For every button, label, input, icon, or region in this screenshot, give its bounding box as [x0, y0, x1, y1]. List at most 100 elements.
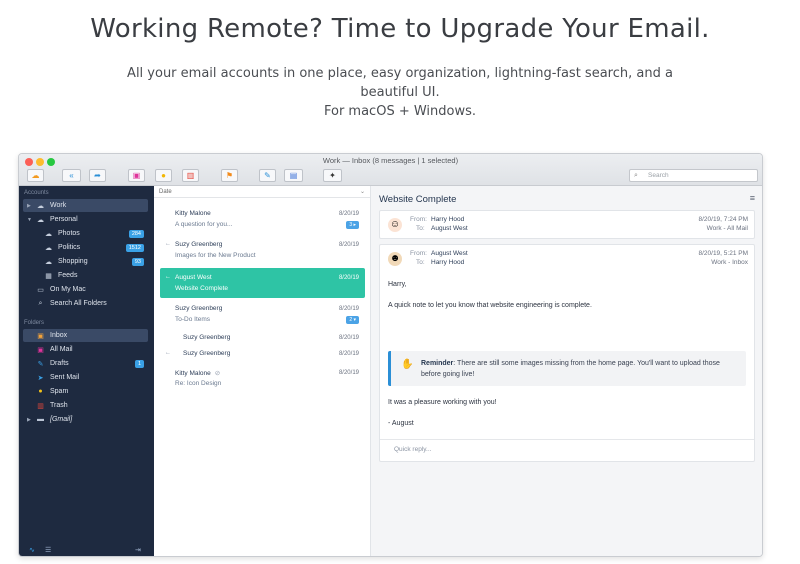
sidebar-item-sent-mail[interactable]: ➤ Sent Mail: [23, 371, 148, 384]
sidebar-item-label: Drafts: [50, 360, 69, 367]
sidebar-item-label: Shopping: [58, 258, 88, 265]
trash-icon: ▥: [37, 402, 44, 410]
from-label: From:: [410, 216, 427, 223]
send-icon: ➤: [37, 374, 44, 382]
activity-icon[interactable]: ∿: [29, 546, 35, 554]
sidebar-item-on-my-mac[interactable]: ▭ On My Mac: [23, 283, 148, 296]
message-row[interactable]: Kitty Malone ⊘ Re: Icon Design 8/20/19: [160, 369, 365, 393]
accounts-heading: Accounts: [24, 190, 49, 196]
all-mail-icon: ▣: [37, 346, 44, 354]
sweep-icon[interactable]: ✦: [323, 169, 342, 182]
spam-icon: ●: [38, 388, 43, 395]
sidebar-item-gmail[interactable]: ▶ ▬ [Gmail]: [23, 413, 148, 426]
search-input[interactable]: ⌕ Search: [629, 169, 758, 182]
reply-all-icon[interactable]: «: [62, 169, 81, 182]
sender-name: August West: [431, 250, 468, 257]
quick-reply-input[interactable]: Quick reply...: [380, 439, 754, 463]
snooze-icon[interactable]: ●: [155, 169, 172, 182]
thread-count-badge[interactable]: 3 ▸: [346, 221, 359, 229]
expand-arrow-icon[interactable]: ▶: [27, 203, 35, 209]
thread-child-row[interactable]: ← Suzy Greenberg 8/20/19: [160, 350, 365, 362]
hero-subtitle: All your email accounts in one place, ea…: [120, 64, 680, 121]
sidebar-item-label: Photos: [58, 230, 80, 237]
thread-child-row[interactable]: Suzy Greenberg 8/20/19: [160, 334, 365, 346]
reminder-callout: ✋ Reminder: There are still some images …: [388, 351, 746, 386]
sidebar-item-label: Politics: [58, 244, 81, 251]
sidebar-item-feeds[interactable]: ▦ Feeds: [23, 269, 148, 282]
forward-icon[interactable]: ➦: [89, 169, 106, 182]
sidebar-item-label: Trash: [50, 402, 68, 409]
sidebar-item-shopping[interactable]: ☁ Shopping 93: [23, 255, 148, 268]
cloud-icon: ☁: [37, 216, 44, 224]
message-sender-name: Kitty Malone: [175, 370, 211, 377]
message-title: Website Complete: [379, 194, 457, 205]
message-date: 8/20/19: [338, 275, 359, 281]
message-row[interactable]: ← Suzy Greenberg Images for the New Prod…: [160, 241, 365, 265]
message-sender: Suzy Greenberg: [175, 241, 223, 248]
replied-icon: ←: [165, 274, 171, 280]
hamburger-menu-icon[interactable]: ≡: [750, 193, 755, 203]
app-window: Work — Inbox (8 messages | 1 selected) ☁…: [18, 153, 763, 557]
sender-name: Harry Hood: [431, 216, 465, 223]
sidebar-item-label: On My Mac: [50, 286, 86, 293]
sidebar-item-label: Sent Mail: [50, 374, 80, 381]
archive-icon[interactable]: ▣: [128, 169, 145, 182]
settings-sliders-icon[interactable]: ☰: [45, 546, 51, 554]
message-datetime: 8/20/19, 7:24 PM: [698, 216, 748, 223]
sort-header[interactable]: Date ⌄: [154, 186, 370, 198]
sidebar-item-personal[interactable]: ▼ ☁ Personal: [23, 213, 148, 226]
cloud-icon[interactable]: ☁: [27, 169, 44, 182]
to-label: To:: [416, 225, 425, 232]
sidebar-footer: ∿ ☰ ⇥: [19, 542, 154, 556]
search-placeholder: Search: [648, 172, 669, 179]
flag-icon[interactable]: ⚑: [221, 169, 238, 182]
sidebar-item-inbox[interactable]: ▣ Inbox: [23, 329, 148, 342]
attachment-icon: ⊘: [214, 370, 221, 377]
message-subject: Re: Icon Design: [175, 380, 222, 387]
sidebar-item-photos[interactable]: ☁ Photos 284: [23, 227, 148, 240]
message-sender: Suzy Greenberg: [175, 305, 223, 312]
trash-icon[interactable]: ▥: [182, 169, 199, 182]
compose-icon[interactable]: ✎: [259, 169, 276, 182]
folder-icon: ▬: [37, 416, 44, 423]
unread-badge: 93: [131, 257, 144, 266]
sidebar-item-all-mail[interactable]: ▣ All Mail: [23, 343, 148, 356]
inbox-icon: ▣: [37, 332, 44, 340]
sidebar-item-label: Inbox: [50, 332, 68, 339]
sign-out-icon[interactable]: ⇥: [135, 546, 141, 554]
search-icon: ⌕: [38, 299, 43, 307]
contacts-icon[interactable]: ▤: [284, 169, 303, 182]
sidebar-item-spam[interactable]: ● Spam: [23, 385, 148, 398]
message-sender: Kitty Malone ⊘: [175, 369, 220, 377]
collapsed-message-card[interactable]: ☺ From: Harry Hood To: August West 8/20/…: [379, 210, 755, 239]
message-row[interactable]: Suzy Greenberg To-Do Items 8/20/19 2 ▾: [160, 305, 365, 329]
message-date: 8/20/19: [338, 335, 359, 341]
expand-arrow-icon[interactable]: ▶: [27, 417, 35, 423]
message-subject: To-Do Items: [175, 316, 211, 323]
message-row-selected[interactable]: ← August West Website Complete 8/20/19: [160, 268, 365, 298]
reminder-body: : There are still some images missing fr…: [421, 360, 720, 378]
thread-count-badge[interactable]: 2 ▾: [346, 316, 359, 324]
sidebar-item-label: All Mail: [50, 346, 73, 353]
sidebar-item-label: Work: [50, 202, 67, 209]
message-date: 8/20/19: [338, 242, 359, 248]
sidebar-item-drafts[interactable]: ✎ Drafts 1: [23, 357, 148, 370]
sidebar-item-label: Feeds: [58, 272, 78, 279]
collapse-arrow-icon[interactable]: ▼: [27, 217, 35, 223]
from-label: From:: [410, 250, 427, 257]
recipient-name: August West: [431, 225, 468, 232]
rss-icon: ▦: [45, 272, 52, 280]
chevron-down-icon[interactable]: ⌄: [360, 186, 365, 198]
recipient-name: Harry Hood: [431, 259, 465, 266]
replied-icon: ←: [165, 241, 171, 247]
sidebar-item-search-all-folders[interactable]: ⌕ Search All Folders: [23, 297, 148, 310]
sidebar-item-work[interactable]: ▶ ☁ Work: [23, 199, 148, 212]
to-label: To:: [416, 259, 425, 266]
unread-badge: 284: [128, 229, 144, 238]
message-date: 8/20/19: [338, 211, 359, 217]
sidebar-item-trash[interactable]: ▥ Trash: [23, 399, 148, 412]
message-date: 8/20/19: [338, 370, 359, 376]
message-row[interactable]: Kitty Malone A question for you... 8/20/…: [160, 210, 365, 234]
sidebar-item-politics[interactable]: ☁ Politics 1512: [23, 241, 148, 254]
body-paragraph: A quick note to let you know that websit…: [388, 302, 592, 309]
